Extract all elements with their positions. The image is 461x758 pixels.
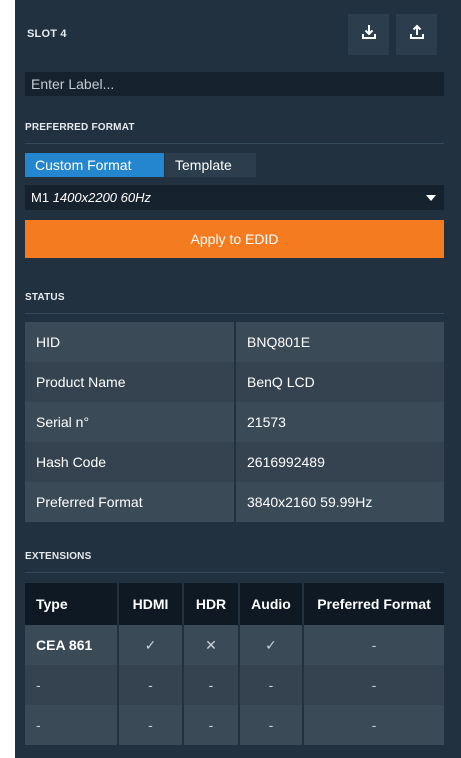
column-header-hdmi: HDMI [118,583,184,625]
apply-to-edid-button[interactable]: Apply to EDID [25,220,444,258]
status-value: 2616992489 [235,442,444,482]
column-header-audio: Audio [239,583,304,625]
extensions-heading: EXTENSIONS [25,551,92,562]
status-key: Hash Code [25,442,236,482]
cross-icon: ✕ [183,625,240,665]
table-row: Preferred Format 3840x2160 59.99Hz [25,482,444,522]
slot-title: SLOT 4 [27,28,67,40]
format-select[interactable]: M1 1400x2200 60Hz [25,185,444,210]
type-cell: - [25,705,119,745]
tab-template[interactable]: Template [165,153,256,177]
type-cell: - [25,665,119,705]
preferred-format-cell: - [303,705,444,745]
preferred-format-heading: PREFERRED FORMAT [25,122,135,133]
preferred-format-cell: - [303,625,444,665]
table-row: Product Name BenQ LCD [25,362,444,402]
audio-cell: - [239,665,304,705]
hdmi-cell: - [118,665,184,705]
divider [25,143,444,144]
tab-custom-format[interactable]: Custom Format [25,153,164,177]
download-button[interactable] [348,14,389,55]
table-row: HID BNQ801E [25,322,444,362]
status-heading: STATUS [25,292,65,303]
status-key: Product Name [25,362,236,402]
column-header-type: Type [25,583,119,625]
check-icon: ✓ [239,625,304,665]
status-value: BenQ LCD [235,362,444,402]
status-value: 21573 [235,402,444,442]
audio-cell: - [239,705,304,745]
table-row: Serial n° 21573 [25,402,444,442]
hdr-cell: - [183,665,240,705]
hdmi-cell: - [118,705,184,745]
status-key: Preferred Format [25,482,236,522]
status-key: HID [25,322,236,362]
divider [25,572,444,573]
upload-icon [409,24,425,45]
extensions-table: Type HDMI HDR Audio Preferred Format CEA… [25,583,444,745]
type-cell: CEA 861 [25,625,119,665]
status-value: 3840x2160 59.99Hz [235,482,444,522]
status-value: BNQ801E [235,322,444,362]
table-header-row: Type HDMI HDR Audio Preferred Format [25,583,444,625]
table-row: - - - - - [25,705,444,745]
column-header-hdr: HDR [183,583,240,625]
table-row: CEA 861 ✓ ✕ ✓ - [25,625,444,665]
status-key: Serial n° [25,402,236,442]
label-input[interactable] [25,72,444,96]
table-row: Hash Code 2616992489 [25,442,444,482]
format-prefix: M1 [31,190,50,205]
format-value: 1400x2200 60Hz [52,190,151,205]
check-icon: ✓ [118,625,184,665]
status-table: HID BNQ801E Product Name BenQ LCD Serial… [25,322,444,522]
upload-button[interactable] [396,14,437,55]
slot-panel: SLOT 4 PREFERRED FORMAT Custom Format Te… [15,0,461,758]
preferred-format-cell: - [303,665,444,705]
table-row: - - - - - [25,665,444,705]
column-header-preferred-format: Preferred Format [303,583,444,625]
divider [25,313,444,314]
download-icon [361,24,377,45]
hdr-cell: - [183,705,240,745]
chevron-down-icon [426,195,436,201]
